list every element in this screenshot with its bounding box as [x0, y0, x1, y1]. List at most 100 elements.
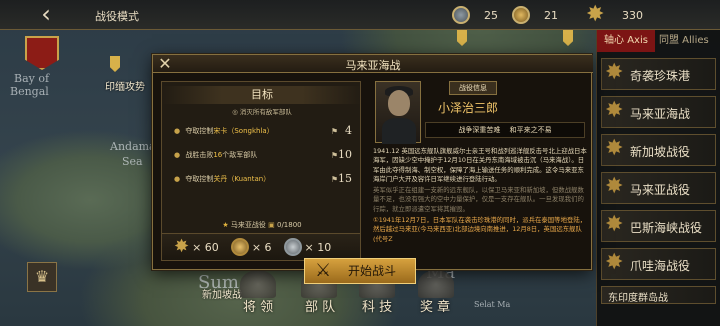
map-label: Bengal: [10, 85, 49, 98]
map-place-label[interactable]: 印缅攻势: [105, 78, 145, 93]
generals-icon: [240, 270, 276, 298]
map-marker-pin[interactable]: [110, 56, 120, 72]
rewards-bar: ✸ × 60 × 6 × 10: [161, 233, 361, 261]
star-medal-icon: [586, 2, 606, 27]
back-button[interactable]: ‹: [28, 2, 64, 28]
objective-text: 战胜击败: [185, 151, 214, 159]
star-medal-counter: 330: [586, 2, 643, 27]
bullet-icon: ●: [174, 151, 181, 159]
reward-value: × 6: [251, 240, 272, 254]
objective-count: 10: [338, 148, 352, 161]
star-icon: ★: [222, 221, 229, 229]
battle-name: 马来亚战役: [630, 183, 691, 197]
objective-row: ● 夺取控制宋卡（Songkhla） ⚑ 4: [174, 124, 356, 140]
flag-icon: ⚑: [330, 175, 338, 184]
star-medal-icon: [605, 136, 626, 161]
page-title: 战役模式: [95, 10, 139, 23]
objective-text: 个敌军部队: [222, 151, 258, 159]
silver-medal-icon: [452, 6, 470, 24]
description-paragraph: 1941.12 英国远东舰队旗舰威尔士亲王号和战列巡洋舰反击号北上迎战日本海军，…: [373, 147, 587, 183]
campaign-progress: ★ 马来亚战役 ▣ 0/1800: [162, 220, 362, 230]
star-medal-icon: [605, 174, 626, 199]
portrait-body: [382, 118, 416, 144]
map-label: Selat Ma: [474, 300, 511, 309]
commander-traits: 战争深重苦难 和平来之不易: [425, 122, 585, 138]
battle-item[interactable]: 巴斯海峡战役: [601, 210, 716, 242]
battle-info-tag: 战役信息: [449, 81, 497, 95]
description-paragraph: 英军似乎正在组建一支新的远东舰队，以保卫马来亚和新加坡，但数战舰数量不足，也没有…: [373, 186, 584, 213]
battle-item[interactable]: 爪哇海战役: [601, 248, 716, 280]
tab-axis[interactable]: 轴心 Axis: [597, 30, 655, 52]
battle-description[interactable]: 1941.12 英国远东舰队旗舰威尔士亲王号和战列巡洋舰反击号北上迎战日本海军，…: [373, 147, 587, 263]
objective-count: 4: [345, 124, 352, 137]
star-medal-icon: [605, 60, 626, 85]
battle-name: 爪哇海战役: [630, 259, 691, 273]
objectives-subtitle: ◎ 消灭所有敌军部队: [232, 108, 292, 116]
reward-item: × 6: [230, 238, 272, 256]
bullet-icon: ●: [174, 175, 181, 183]
objective-highlight: 关丹（Kuantan）: [213, 175, 271, 183]
silver-medal-counter: 25: [452, 4, 498, 26]
start-battle-button[interactable]: ⚔ 开始战斗: [304, 258, 416, 284]
description-paragraph: ①1941年12月7日，日本军队在袭击珍珠港的同时，派兵在泰国等地登陆，然后越过…: [373, 216, 587, 243]
star-medal-icon: ✸: [174, 236, 190, 257]
flag-icon: ⚑: [330, 151, 338, 160]
tab-allies[interactable]: 同盟 Allies: [655, 30, 720, 52]
menu-technology[interactable]: 科 技: [362, 296, 392, 315]
menu-generals[interactable]: 将 领: [243, 296, 273, 315]
menu-medals[interactable]: 奖 章: [420, 296, 450, 315]
map-place-label[interactable]: 新加坡战: [202, 286, 242, 301]
campaign-progress-value: 0/1800: [276, 221, 302, 229]
battle-list-panel: 轴心 Axis 同盟 Allies 奇袭珍珠港 马来亚海战 新加坡战役 马来亚战…: [596, 30, 720, 326]
battle-name: 东印度群岛战: [608, 293, 668, 304]
battle-name: 巴斯海峡战役: [630, 221, 703, 235]
map-marker-pin[interactable]: [457, 30, 467, 46]
gold-medal-count: 21: [544, 8, 558, 22]
silver-medal-count: 25: [484, 8, 498, 22]
battle-info-modal: ✕ 马来亚海战 目标 ◎ 消灭所有敌军部队 ● 夺取控制宋卡（Songkhla）…: [152, 54, 593, 270]
objective-text: 夺取控制: [185, 127, 214, 135]
reward-value: × 10: [304, 240, 332, 254]
chevron-left-icon: ‹: [41, 0, 51, 28]
map-label: Bay of: [14, 72, 50, 85]
objective-count: 15: [338, 172, 352, 185]
objective-highlight: 16: [213, 151, 223, 159]
battle-name: 马来亚海战: [630, 107, 691, 121]
faction-tabs: 轴心 Axis 同盟 Allies: [597, 30, 720, 52]
campaign-progress-label: 马来亚战役: [230, 221, 266, 229]
start-battle-label: 开始战斗: [347, 264, 396, 278]
flag-icon: ⚑: [330, 127, 338, 136]
menu-troops[interactable]: 部 队: [305, 296, 335, 315]
objective-text: 夺取控制: [185, 175, 214, 183]
battle-item[interactable]: 奇袭珍珠港: [601, 58, 716, 90]
gold-medal-icon: [512, 6, 530, 24]
reward-value: × 60: [192, 240, 219, 254]
battle-name: 奇袭珍珠港: [630, 69, 691, 83]
map-label: Sea: [122, 155, 143, 168]
battle-item[interactable]: 马来亚海战: [601, 96, 716, 128]
reward-item: ✸ × 60: [174, 238, 219, 256]
objective-row: ● 战胜击败16个敌军部队 ⚑ 10: [174, 148, 356, 164]
star-medal-icon: [605, 250, 626, 275]
battle-name: 新加坡战役: [630, 145, 691, 159]
battle-item[interactable]: 东印度群岛战: [601, 286, 716, 304]
objectives-panel: 目标 ◎ 消灭所有敌军部队 ● 夺取控制宋卡（Songkhla） ⚑ 4 ● 战…: [161, 81, 362, 257]
star-medal-count: 330: [622, 8, 643, 22]
battle-item[interactable]: 新加坡战役: [601, 134, 716, 166]
star-medal-icon: [605, 212, 626, 237]
commander-portrait: [375, 81, 421, 144]
top-bar: ‹ 战役模式 25 21 330: [0, 0, 720, 30]
objective-highlight: 宋卡（Songkhla）: [213, 127, 274, 135]
crossed-swords-icon: ⚔: [315, 260, 332, 281]
gold-medal-icon: [230, 238, 249, 256]
portrait-head: [388, 90, 410, 116]
modal-header: ✕ 马来亚海战: [153, 55, 593, 73]
trophy-icon: ♛: [34, 267, 50, 286]
map-marker-pin[interactable]: [563, 30, 573, 46]
battle-item[interactable]: 马来亚战役: [601, 172, 716, 204]
trophy-button[interactable]: ♛: [27, 262, 57, 292]
objective-row: ● 夺取控制关丹（Kuantan） ⚑ 15: [174, 172, 356, 188]
reward-item: × 10: [283, 238, 332, 256]
commander-name: 小泽治三郎: [438, 101, 499, 115]
medals-icon: [418, 270, 454, 298]
